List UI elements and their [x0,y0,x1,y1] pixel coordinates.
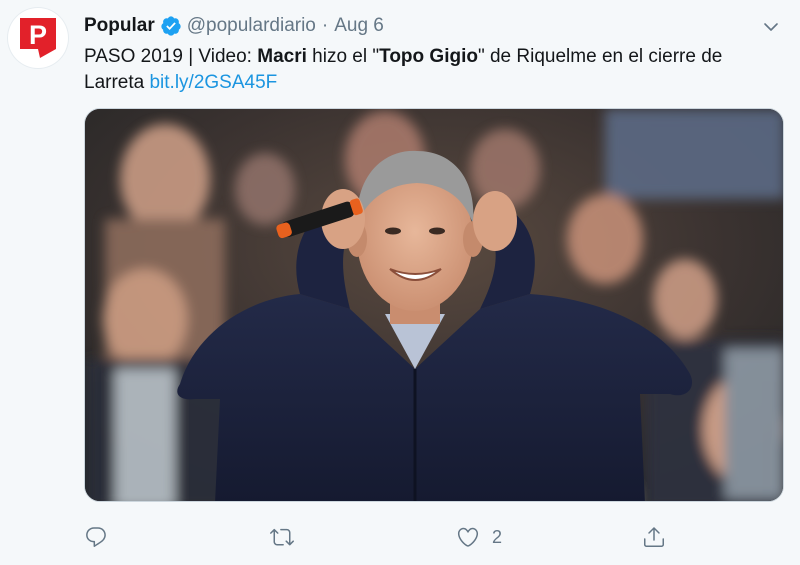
handle[interactable]: @populardiario [187,15,316,37]
popular-logo-icon: P [20,18,56,58]
share-icon [644,527,664,547]
reply-icon [86,527,106,547]
separator-dot: · [321,15,329,36]
tweet-actions: 2 [84,522,684,552]
retweet-button[interactable] [270,522,294,552]
avatar-letter: P [29,20,47,50]
tweet-card[interactable]: P Popular @populardiario · Aug 6 PASO 20… [0,0,800,565]
tweet-text-part: hizo el " [306,46,380,67]
reply-button[interactable] [84,522,108,552]
tweet-text-part: PASO 2019 | Video: [84,46,258,67]
tweet-link[interactable]: bit.ly/2GSA45F [149,72,277,93]
retweet-icon [270,528,294,546]
tweet-photo[interactable] [84,108,784,502]
heart-icon [457,527,479,547]
tweet-text: PASO 2019 | Video: Macri hizo el "Topo G… [84,44,784,96]
tweet-header: Popular @populardiario · Aug 6 [84,12,384,40]
tweet-text-bold: Topo Gigio [379,46,478,67]
tweet-text-bold: Macri [257,46,307,67]
like-button[interactable]: 2 [456,522,502,552]
photo-image [85,109,783,501]
verified-badge-icon [160,15,182,37]
tweet-date[interactable]: Aug 6 [334,15,384,37]
display-name[interactable]: Popular [84,15,155,37]
avatar[interactable]: P [8,8,68,68]
chevron-down-icon[interactable] [760,16,782,38]
share-button[interactable] [642,522,666,552]
like-count: 2 [492,526,503,547]
